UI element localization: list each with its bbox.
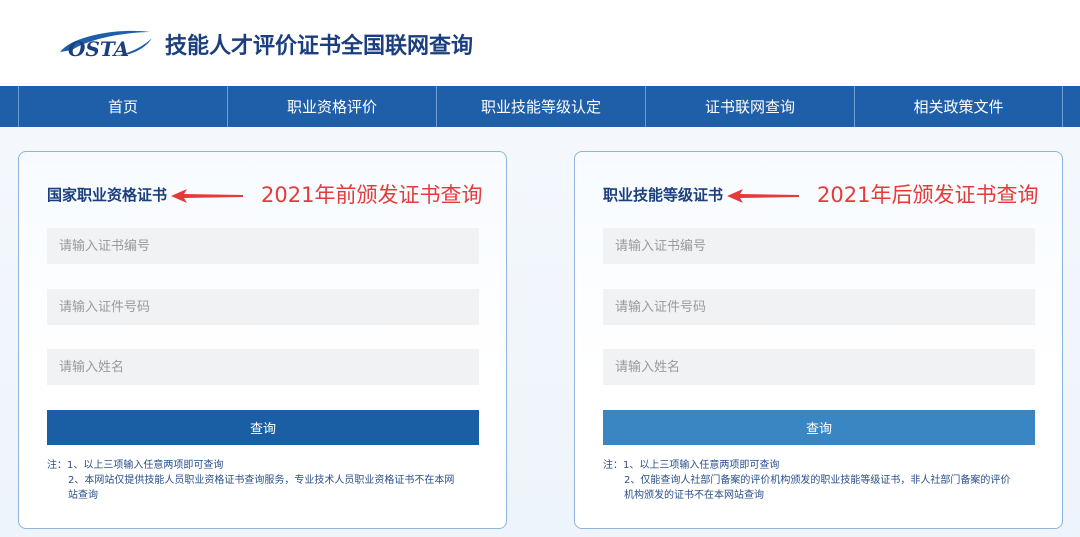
note-line: 站查询: [68, 490, 98, 501]
note-line: 注：1、以上三项输入任意两项即可查询: [47, 460, 224, 471]
certificate-number-input[interactable]: [603, 228, 1035, 264]
arrow-left-icon: [727, 189, 799, 203]
nav-item-policy-documents[interactable]: 相关政策文件: [854, 86, 1063, 127]
notes: 注：1、以上三项输入任意两项即可查询 2、本网站仅提供技能人员职业资格证书查询服…: [47, 458, 487, 503]
certificate-number-input[interactable]: [47, 228, 479, 264]
note-line: 机构颁发的证书不在本网站查询: [624, 490, 764, 501]
osta-logo-icon[interactable]: OSTA: [54, 26, 154, 62]
annotation-before-2021: 2021年前颁发证书查询: [261, 183, 483, 207]
skill-level-certificate-card: 职业技能等级证书 2021年后颁发证书查询 查询 注：1、以上三项输入任意两项即…: [574, 151, 1063, 529]
main-nav: 首页 职业资格评价 职业技能等级认定 证书联网查询 相关政策文件: [0, 86, 1080, 127]
name-input[interactable]: [603, 349, 1035, 385]
arrow-left-icon: [171, 189, 243, 203]
site-header: OSTA 技能人才评价证书全国联网查询: [0, 0, 1080, 86]
notes: 注：1、以上三项输入任意两项即可查询 2、仅能查询人社部门备案的评价机构颁发的职…: [603, 458, 1043, 503]
note-line: 注：1、以上三项输入任意两项即可查询: [603, 460, 780, 471]
logo-text: OSTA: [68, 37, 129, 61]
note-line: 2、本网站仅提供技能人员职业资格证书查询服务，专业技术人员职业资格证书不在本网: [68, 475, 455, 486]
nav-item-qualification-evaluation[interactable]: 职业资格评价: [227, 86, 436, 127]
name-input[interactable]: [47, 349, 479, 385]
site-title: 技能人才评价证书全国联网查询: [165, 34, 474, 59]
card-title: 国家职业资格证书: [47, 186, 168, 204]
query-button[interactable]: 查询: [47, 410, 479, 445]
id-number-input[interactable]: [603, 289, 1035, 325]
nav-item-home[interactable]: 首页: [18, 86, 227, 127]
main-content: 国家职业资格证书 2021年前颁发证书查询 查询 注：1、以上三项输入任意两项即…: [0, 127, 1080, 537]
query-button[interactable]: 查询: [603, 410, 1035, 445]
nav-item-certificate-query[interactable]: 证书联网查询: [645, 86, 854, 127]
card-title: 职业技能等级证书: [603, 186, 724, 204]
note-line: 2、仅能查询人社部门备案的评价机构颁发的职业技能等级证书，非人社部门备案的评价: [624, 475, 1011, 486]
annotation-after-2021: 2021年后颁发证书查询: [817, 183, 1039, 207]
nav-item-skill-level-certification[interactable]: 职业技能等级认定: [436, 86, 645, 127]
id-number-input[interactable]: [47, 289, 479, 325]
qualification-certificate-card: 国家职业资格证书 2021年前颁发证书查询 查询 注：1、以上三项输入任意两项即…: [18, 151, 507, 529]
